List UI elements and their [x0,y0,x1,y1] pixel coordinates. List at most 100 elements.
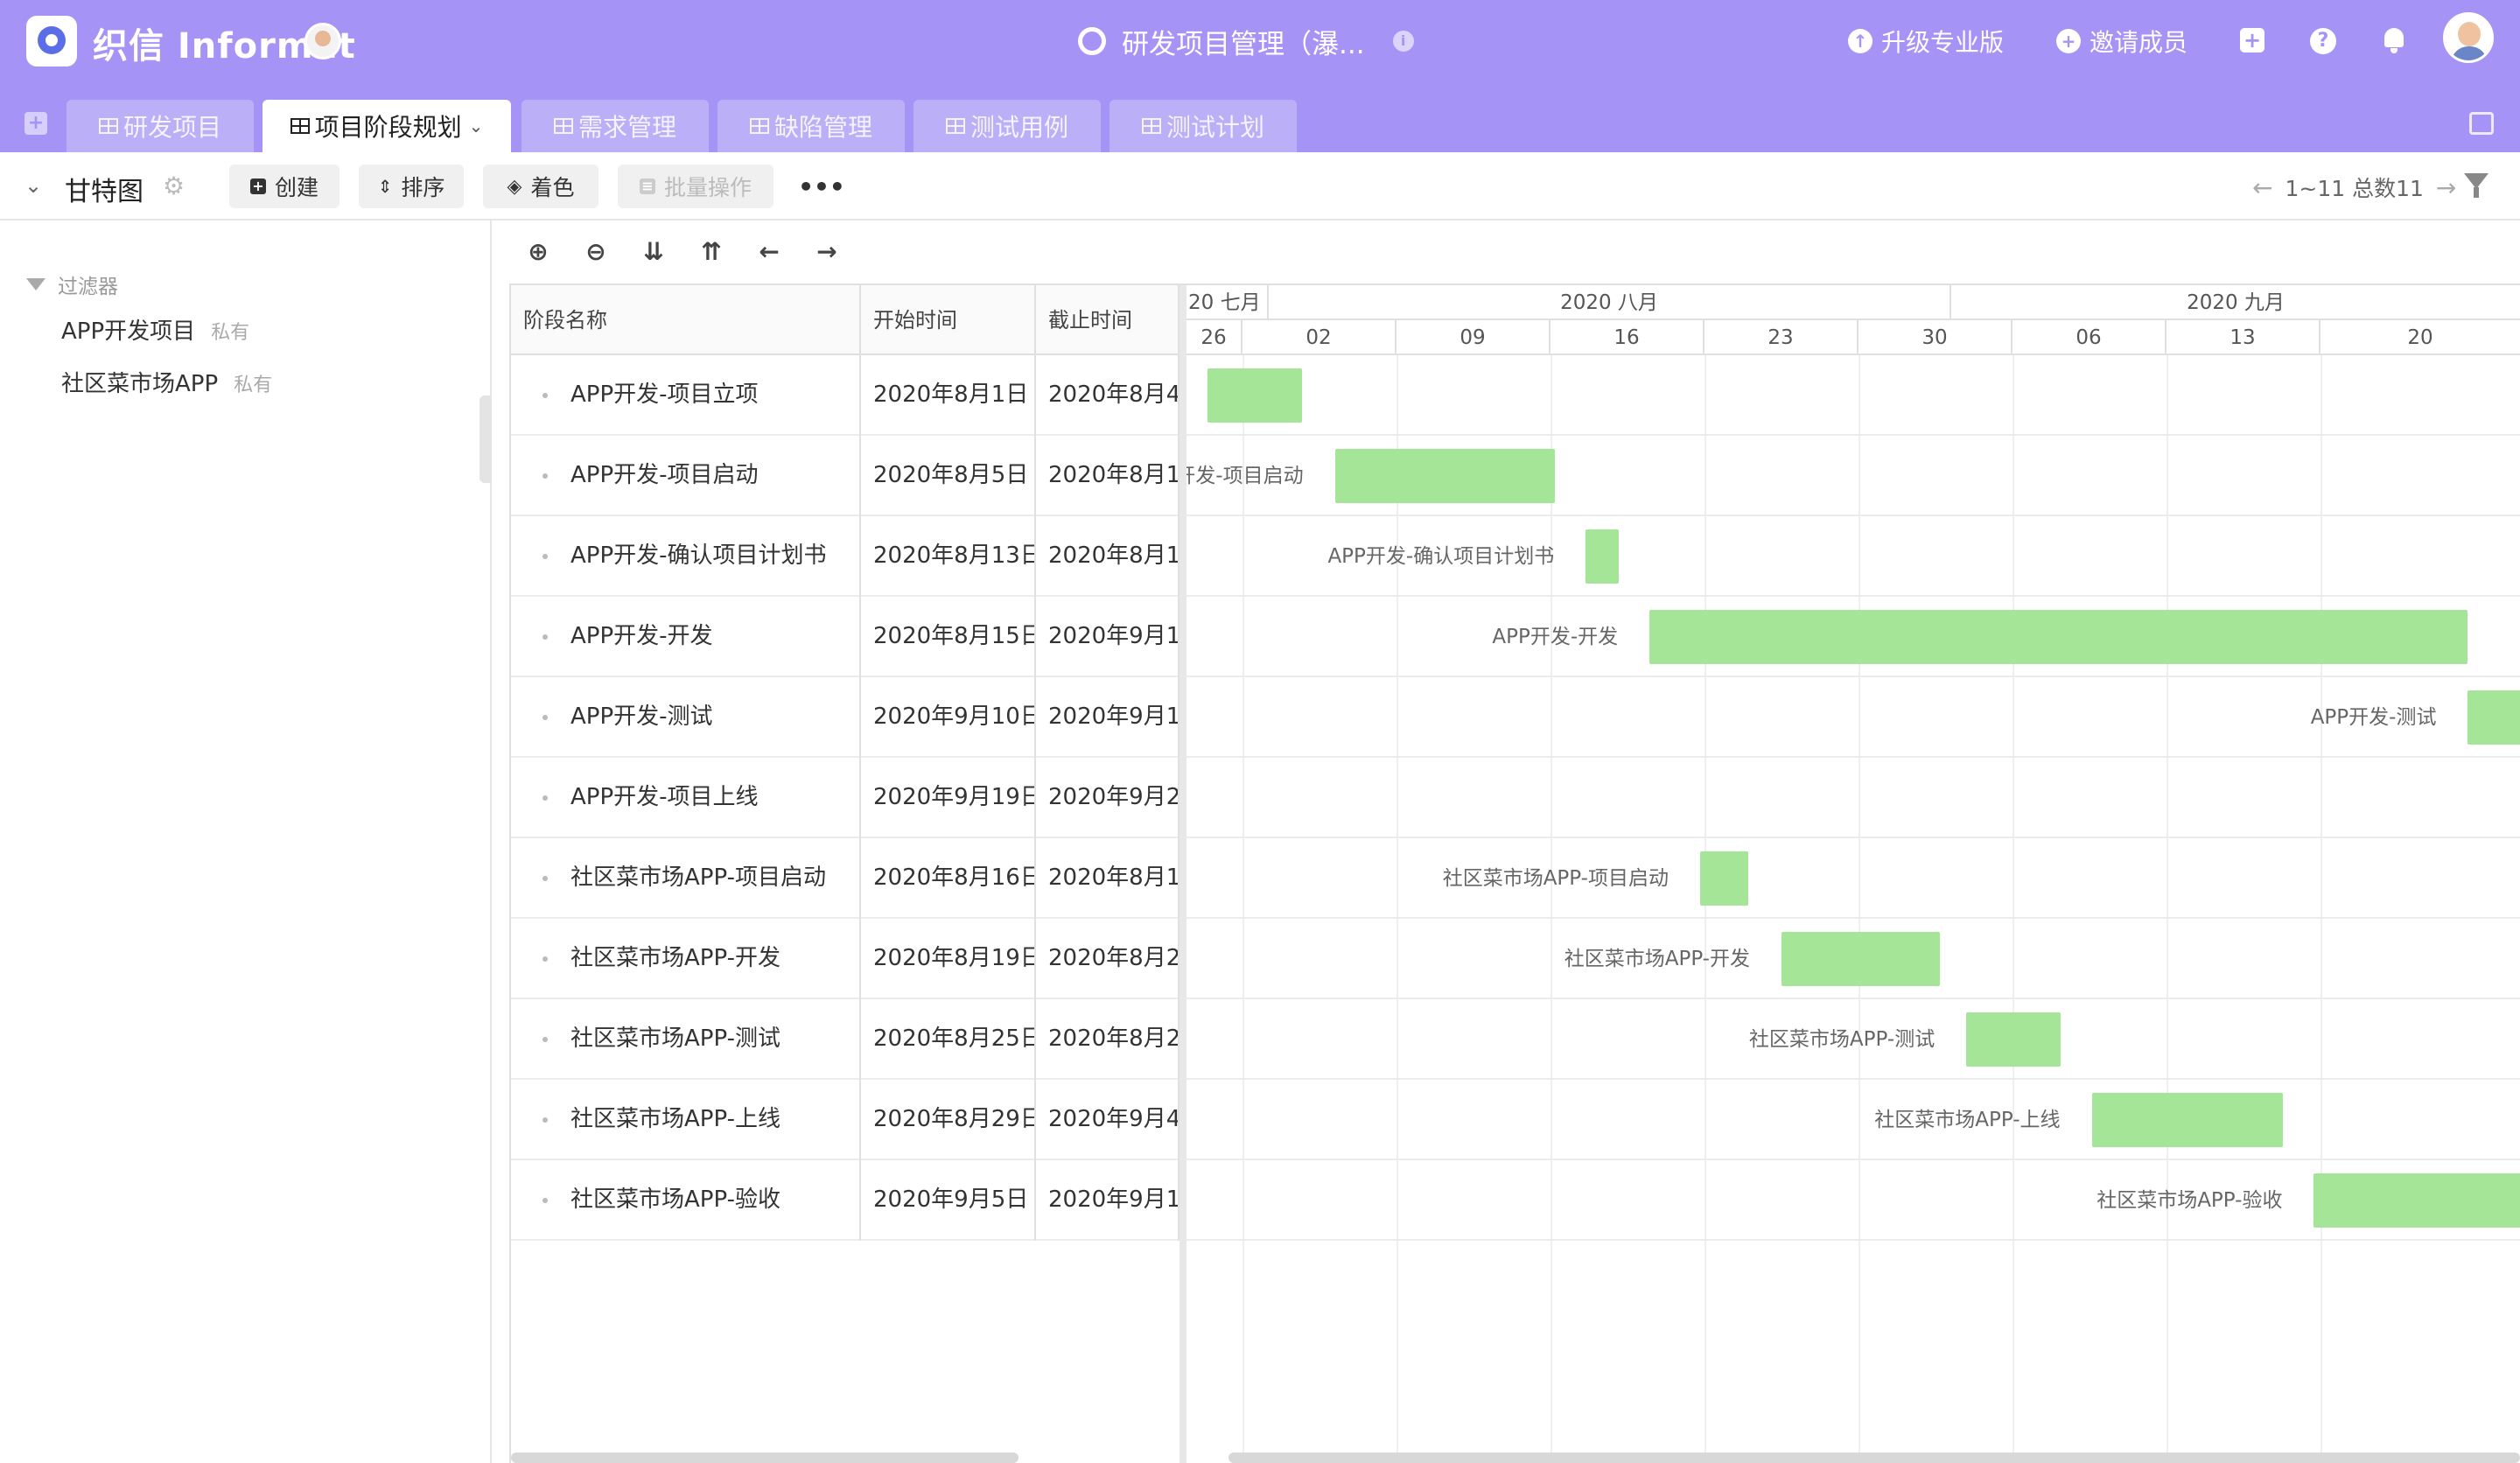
more-button[interactable]: ••• [791,164,852,208]
copy-icon[interactable] [2469,112,2494,135]
add-icon[interactable]: + [2240,28,2264,52]
table-row[interactable]: APP开发-项目立项 2020年8月1日 2020年8月4 [511,355,1180,436]
scroll-right-icon[interactable]: → [798,237,856,266]
help-icon[interactable]: ? [2310,28,2336,54]
scroll-left-icon[interactable]: ← [740,237,798,266]
gantt-bar[interactable] [1207,368,1302,423]
end-time-cell[interactable]: 2020年8月1 [1036,436,1180,516]
create-button[interactable]: + 创建 [229,164,340,208]
table-row[interactable]: APP开发-项目上线 2020年9月19日 2020年9月2 [511,758,1180,838]
bell-icon[interactable] [2382,26,2406,54]
chevron-down-icon[interactable]: ⌄ [24,173,42,198]
chevron-down-icon[interactable]: ⌄ [469,116,484,136]
gantt-bar[interactable] [1334,449,1556,503]
table-row[interactable]: 社区菜市场APP-测试 2020年8月25日 2020年8月2 [511,999,1180,1080]
table-row[interactable]: 社区菜市场APP-上线 2020年8月29日 2020年9月4 [511,1080,1180,1160]
table-row[interactable]: 社区菜市场APP-项目启动 2020年8月16日 2020年8月1 [511,838,1180,919]
view-name[interactable]: 甘特图 [65,170,144,208]
table-row[interactable]: APP开发-项目启动 2020年8月5日 2020年8月1 [511,436,1180,516]
stage-name: APP开发-开发 [570,623,713,649]
user-avatar-small[interactable] [304,23,341,60]
info-icon[interactable]: i [1392,31,1414,52]
app-title[interactable]: 研发项目管理（瀑... i [1078,21,1414,61]
table-row[interactable]: APP开发-开发 2020年8月15日 2020年9月1 [511,597,1180,677]
stage-name-cell[interactable]: APP开发-项目启动 [511,436,861,516]
start-time-cell[interactable]: 2020年8月25日 [861,999,1036,1080]
stage-name-cell[interactable]: 社区菜市场APP-开发 [511,919,861,999]
arrow-right-icon[interactable]: → [2436,173,2456,202]
table-row[interactable]: APP开发-确认项目计划书 2020年8月13日 2020年8月1 [511,516,1180,597]
gantt-bar[interactable] [2091,1093,2284,1147]
settings-gear-icon[interactable]: ⚙ [163,172,192,200]
start-time-cell[interactable]: 2020年9月19日 [861,758,1036,838]
stage-name-cell[interactable]: APP开发-项目上线 [511,758,861,838]
gantt-bar[interactable] [1699,851,1749,906]
stage-name-cell[interactable]: APP开发-项目立项 [511,355,861,436]
gantt-bar[interactable] [1782,932,1941,986]
end-time-cell[interactable]: 2020年9月4 [1036,1080,1180,1160]
tab-test-plan[interactable]: 测试计划 [1110,100,1297,152]
gantt-bar[interactable] [2314,1173,2520,1228]
tab-requirements[interactable]: 需求管理 [522,100,709,152]
start-time-cell[interactable]: 2020年9月10日 [861,677,1036,758]
end-time-cell[interactable]: 2020年9月1 [1036,597,1180,677]
zoom-out-icon[interactable]: ⊖ [567,237,625,266]
stage-name-cell[interactable]: 社区菜市场APP-项目启动 [511,838,861,919]
collapse-all-icon[interactable]: ⇈ [682,237,740,266]
start-time-cell[interactable]: 2020年8月16日 [861,838,1036,919]
expand-all-icon[interactable]: ⇊ [625,237,682,266]
start-time-cell[interactable]: 2020年8月5日 [861,436,1036,516]
informat-logo[interactable] [26,16,77,66]
filter-item-app-project[interactable]: APP开发项目 私有 [61,313,249,346]
end-time-cell[interactable]: 2020年8月1 [1036,838,1180,919]
filter-item-community-market[interactable]: 社区菜市场APP 私有 [61,366,272,398]
tab-rd-project[interactable]: 研发项目 [66,100,254,152]
start-time-cell[interactable]: 2020年8月19日 [861,919,1036,999]
end-time-cell[interactable]: 2020年8月2 [1036,919,1180,999]
table-scrollbar[interactable] [511,1452,1018,1463]
column-header-stage-name[interactable]: 阶段名称 [511,285,861,355]
gantt-bar[interactable] [1649,610,2468,664]
filter-icon[interactable] [2464,173,2488,198]
table-row[interactable]: 社区菜市场APP-开发 2020年8月19日 2020年8月2 [511,919,1180,999]
start-time-cell[interactable]: 2020年8月15日 [861,597,1036,677]
color-button[interactable]: ◈ 着色 [483,164,598,208]
start-time-cell[interactable]: 2020年8月1日 [861,355,1036,436]
gantt-scrollbar[interactable] [1228,1452,2520,1463]
end-time-cell[interactable]: 2020年8月2 [1036,999,1180,1080]
column-header-start-time[interactable]: 开始时间 [861,285,1036,355]
invite-members-button[interactable]: + 邀请成员 [2056,21,2188,61]
end-time-cell[interactable]: 2020年9月1 [1036,677,1180,758]
end-time-cell[interactable]: 2020年8月4 [1036,355,1180,436]
sidebar-collapse-handle[interactable] [480,396,492,483]
table-row[interactable]: APP开发-测试 2020年9月10日 2020年9月1 [511,677,1180,758]
stage-name-cell[interactable]: 社区菜市场APP-测试 [511,999,861,1080]
end-time-cell[interactable]: 2020年9月2 [1036,758,1180,838]
start-time-cell[interactable]: 2020年8月29日 [861,1080,1036,1160]
stage-name-cell[interactable]: APP开发-确认项目计划书 [511,516,861,597]
end-time-cell[interactable]: 2020年8月1 [1036,516,1180,597]
table-row[interactable]: 社区菜市场APP-验收 2020年9月5日 2020年9月1 [511,1160,1180,1241]
stage-name-cell[interactable]: APP开发-开发 [511,597,861,677]
sort-button[interactable]: ⇕ 排序 [359,164,464,208]
start-time-cell[interactable]: 2020年9月5日 [861,1160,1036,1241]
add-tab-icon[interactable]: + [24,112,47,135]
start-time-cell[interactable]: 2020年8月13日 [861,516,1036,597]
tab-test-cases[interactable]: 测试用例 [914,100,1101,152]
tab-stage-planning[interactable]: 项目阶段规划 ⌄ [262,100,511,152]
arrow-left-icon[interactable]: ← [2252,173,2272,202]
stage-name-cell[interactable]: 社区菜市场APP-验收 [511,1160,861,1241]
end-time-cell[interactable]: 2020年9月1 [1036,1160,1180,1241]
pane-divider[interactable] [1180,285,1186,1463]
user-avatar[interactable] [2443,12,2494,63]
gantt-bar[interactable] [1966,1012,2062,1067]
gantt-bar[interactable] [1586,529,1619,584]
column-header-end-time[interactable]: 截止时间 [1036,285,1180,355]
stage-name-cell[interactable]: 社区菜市场APP-上线 [511,1080,861,1160]
batch-operation-button[interactable]: ≡ 批量操作 [618,164,774,208]
upgrade-button[interactable]: ↑ 升级专业版 [1848,21,2004,61]
tab-defects[interactable]: 缺陷管理 [718,100,905,152]
gantt-bar[interactable] [2468,690,2520,745]
stage-name-cell[interactable]: APP开发-测试 [511,677,861,758]
zoom-in-icon[interactable]: ⊕ [509,237,567,266]
